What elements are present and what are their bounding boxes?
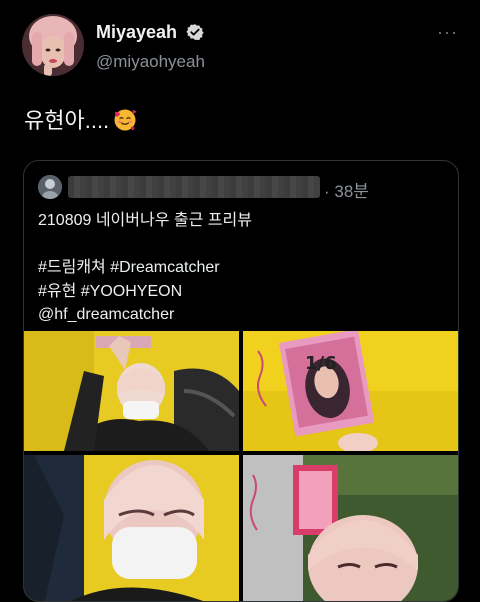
verified-badge-icon <box>185 23 204 46</box>
smiling-face-with-hearts-icon <box>113 108 137 138</box>
handle[interactable]: @miyaohyeah <box>96 52 205 72</box>
quoted-tweet-text: 210809 네이버나우 출근 프리뷰 #드림캐쳐 #Dreamcatcher … <box>38 209 252 327</box>
more-options-icon[interactable]: ··· <box>437 22 458 43</box>
avatar[interactable] <box>22 14 84 76</box>
tweet-text-body: 유현아.... <box>24 108 110 133</box>
quoted-line-title: 210809 네이버나우 출근 프리뷰 <box>38 212 252 229</box>
quoted-avatar[interactable] <box>38 175 62 199</box>
photo-grid: 1/6 <box>24 331 458 601</box>
photo-1[interactable] <box>24 331 239 451</box>
photo-3[interactable] <box>24 455 239 601</box>
tweet-header: Miyayeah @miyaohyeah ··· <box>0 0 480 88</box>
hashtag-line-yoohyeon[interactable]: #유현 #YOOHYEON <box>38 280 252 304</box>
redacted-name <box>68 176 320 198</box>
tweet-text: 유현아.... <box>24 103 137 138</box>
quoted-tweet-header: · 38분 <box>38 175 448 202</box>
mention-hf-dreamcatcher[interactable]: @hf_dreamcatcher <box>38 303 252 327</box>
quoted-timestamp[interactable]: · 38분 <box>324 177 369 202</box>
quoted-line-blank <box>38 233 252 257</box>
display-name[interactable]: Miyayeah <box>96 22 177 42</box>
hashtag-line-dreamcatcher[interactable]: #드림캐쳐 #Dreamcatcher <box>38 256 252 280</box>
photo-4[interactable] <box>243 455 458 601</box>
quoted-tweet[interactable]: · 38분 210809 네이버나우 출근 프리뷰 #드림캐쳐 #Dreamca… <box>23 160 459 602</box>
photo-2[interactable]: 1/6 <box>243 331 458 451</box>
sign-text: 1/6 <box>305 353 337 374</box>
